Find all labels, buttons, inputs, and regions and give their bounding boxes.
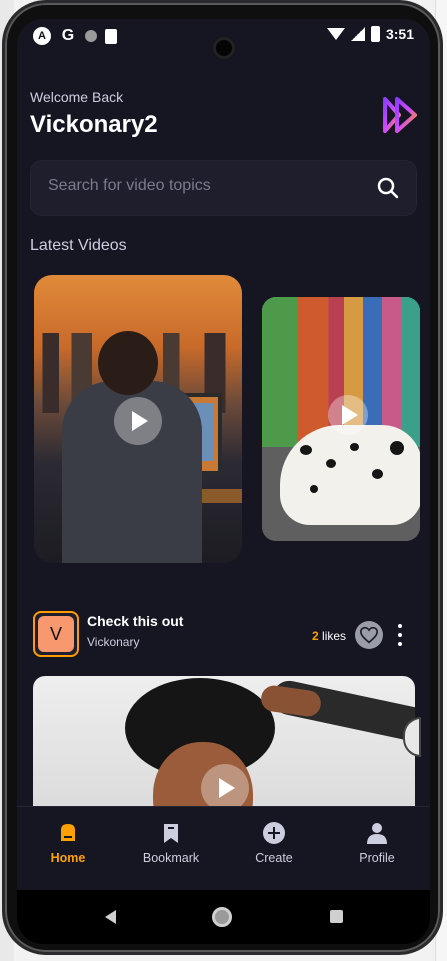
post-author: Vickonary	[87, 635, 140, 649]
dot-icon	[85, 30, 97, 42]
home-icon	[61, 824, 75, 841]
tab-label: Profile	[359, 851, 395, 865]
more-dot-icon	[398, 633, 402, 637]
status-icons-right: 3:51	[326, 26, 414, 42]
phone-frame: A G 3:51 Welcome Back Vickonary2 Search …	[2, 0, 443, 955]
play-icon[interactable]	[201, 764, 249, 812]
likes-number: 2	[312, 629, 319, 643]
video-thumbnail-person	[62, 331, 202, 563]
recent-apps-icon[interactable]	[330, 910, 343, 923]
more-options-button[interactable]	[393, 622, 407, 648]
username-title: Vickonary2	[30, 111, 158, 138]
tab-label: Create	[255, 851, 293, 865]
video-post-header: V Check this out Vickonary 2 likes	[33, 611, 414, 661]
front-camera	[213, 37, 235, 59]
tab-profile[interactable]: Profile	[332, 821, 422, 877]
post-title: Check this out	[87, 613, 184, 629]
sd-card-icon	[105, 28, 117, 44]
more-dot-icon	[398, 624, 402, 628]
profile-icon	[367, 823, 387, 844]
welcome-text: Welcome Back	[30, 89, 124, 105]
play-icon[interactable]	[328, 395, 368, 435]
bottom-tab-bar: Home Bookmark Create Profile	[17, 806, 430, 890]
search-input[interactable]: Search for video topics	[48, 177, 211, 195]
video-thumbnail-dog	[280, 425, 420, 525]
latest-videos-title: Latest Videos	[30, 237, 127, 254]
app-logo-icon	[383, 97, 417, 133]
plus-circle-icon	[263, 822, 285, 844]
back-icon[interactable]	[105, 910, 116, 924]
search-icon[interactable]	[376, 176, 400, 200]
post-video-thumbnail[interactable]	[33, 676, 415, 826]
play-icon[interactable]	[114, 397, 162, 445]
search-bar[interactable]: Search for video topics	[30, 160, 417, 216]
trending-video-card[interactable]	[262, 297, 420, 541]
wifi-icon	[326, 28, 345, 40]
tab-create[interactable]: Create	[229, 821, 319, 877]
signal-icon	[350, 27, 365, 41]
like-button[interactable]	[355, 621, 383, 649]
app-screen: A G 3:51 Welcome Back Vickonary2 Search …	[17, 19, 430, 944]
bookmark-icon	[164, 824, 178, 843]
status-bar: A G 3:51	[17, 19, 430, 59]
tab-bookmark[interactable]: Bookmark	[126, 821, 216, 877]
status-icons-left: A G	[33, 27, 117, 45]
status-time: 3:51	[385, 26, 414, 42]
heart-icon	[359, 626, 379, 644]
tab-home[interactable]: Home	[23, 821, 113, 877]
likes-label: likes	[318, 629, 347, 643]
home-button-icon[interactable]	[212, 907, 232, 927]
tab-label: Bookmark	[142, 851, 200, 865]
creator-avatar[interactable]: V	[33, 611, 79, 657]
avatar-letter: V	[38, 616, 74, 652]
tab-label: Home	[50, 851, 86, 865]
likes-count: 2 likes	[312, 629, 346, 643]
more-dot-icon	[398, 642, 402, 646]
trending-video-card[interactable]	[34, 275, 242, 563]
google-icon: G	[61, 27, 75, 44]
system-navigation-bar	[17, 890, 430, 944]
battery-icon	[370, 26, 380, 42]
a-icon: A	[33, 27, 51, 45]
